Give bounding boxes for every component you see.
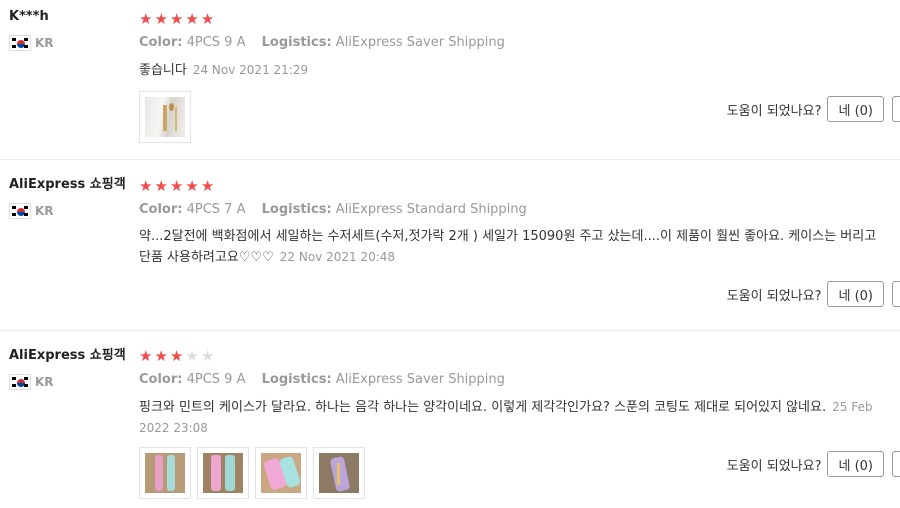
star-rating: ★ ★ ★ ★ ★ bbox=[139, 347, 879, 365]
review-meta: Color: 4PCS 9 A Logistics: AliExpress Sa… bbox=[139, 371, 879, 389]
reviewer-country: KR bbox=[9, 203, 134, 219]
review-body: 좋습니다 bbox=[139, 63, 187, 78]
logistics-label: Logistics: bbox=[261, 35, 332, 50]
review-text: 약...2달전에 백화점에서 세일하는 수저세트(수저,젓가락 2개 ) 세일가… bbox=[139, 227, 879, 268]
star-icon: ★ bbox=[154, 346, 168, 365]
review-body: 약...2달전에 백화점에서 세일하는 수저세트(수저,젓가락 2개 ) 세일가… bbox=[139, 229, 877, 265]
logistics-value: AliExpress Standard Shipping bbox=[335, 202, 527, 217]
color-label: Color: bbox=[139, 202, 183, 217]
review-text: 좋습니다 24 Nov 2021 21:29 bbox=[139, 60, 879, 81]
helpful-yes-button[interactable]: 네 (0) bbox=[827, 281, 884, 307]
helpful-no-button[interactable] bbox=[892, 281, 900, 307]
review-photo-thumbnail[interactable] bbox=[197, 447, 249, 499]
color-value: 4PCS 9 A bbox=[186, 372, 246, 387]
logistics-label: Logistics: bbox=[261, 372, 332, 387]
review-meta: Color: 4PCS 7 A Logistics: AliExpress St… bbox=[139, 201, 879, 219]
star-rating: ★ ★ ★ ★ ★ bbox=[139, 177, 879, 195]
helpful-yes-button[interactable]: 네 (0) bbox=[827, 451, 884, 477]
color-value: 4PCS 7 A bbox=[186, 202, 246, 217]
color-label: Color: bbox=[139, 35, 183, 50]
reviewer-info: AliExpress 쇼핑객 KR bbox=[9, 176, 134, 219]
country-code: KR bbox=[35, 36, 54, 50]
star-rating: ★ ★ ★ ★ ★ bbox=[139, 10, 879, 28]
helpful-section: 도움이 되었나요? 네 (0) bbox=[727, 451, 900, 477]
review-item: AliExpress 쇼핑객 KR ★ ★ ★ ★ ★ Color: 4PCS 9 A … bbox=[0, 330, 900, 508]
star-icon: ★ bbox=[169, 9, 184, 28]
reviewer-name: AliExpress 쇼핑객 bbox=[9, 177, 126, 192]
helpful-label: 도움이 되었나요? bbox=[726, 103, 822, 119]
star-icon: ★ bbox=[200, 176, 215, 195]
star-empty-icon: ★ bbox=[185, 346, 199, 365]
review-photo-thumbnail[interactable] bbox=[139, 91, 191, 143]
logistics-label: Logistics: bbox=[261, 202, 332, 217]
reviewer-country: KR bbox=[9, 374, 134, 390]
color-value: 4PCS 9 A bbox=[186, 35, 246, 50]
reviewer-info: AliExpress 쇼핑객 KR bbox=[9, 347, 134, 390]
star-icon: ★ bbox=[139, 176, 153, 195]
review-item: K***h KR ★ ★ ★ ★ ★ Color: 4PCS 9 A Logistics… bbox=[0, 0, 900, 158]
helpful-section: 도움이 되었나요? 네 (0) bbox=[727, 281, 900, 307]
review-photo-thumbnail[interactable] bbox=[139, 447, 191, 499]
review-body: 핑크와 민트의 케이스가 달라요. 하나는 음각 하나는 양각이네요. 이렇게 … bbox=[139, 400, 827, 415]
review-text: 핑크와 민트의 케이스가 달라요. 하나는 음각 하나는 양각이네요. 이렇게 … bbox=[139, 397, 879, 439]
helpful-label: 도움이 되었나요? bbox=[726, 288, 822, 304]
review-date: 24 Nov 2021 21:29 bbox=[192, 63, 309, 77]
star-icon: ★ bbox=[200, 9, 215, 28]
logistics-value: AliExpress Saver Shipping bbox=[335, 35, 505, 50]
review-date: 22 Nov 2021 20:48 bbox=[279, 250, 396, 264]
star-icon: ★ bbox=[139, 346, 153, 365]
korea-flag-icon bbox=[9, 203, 31, 219]
star-empty-icon: ★ bbox=[200, 346, 215, 365]
reviewer-name: AliExpress 쇼핑객 bbox=[9, 348, 126, 363]
star-icon: ★ bbox=[139, 9, 153, 28]
helpful-no-button[interactable] bbox=[892, 96, 900, 122]
review-photo-thumbnail[interactable] bbox=[313, 447, 365, 499]
star-icon: ★ bbox=[185, 9, 199, 28]
star-icon: ★ bbox=[169, 176, 184, 195]
reviewer-info: K***h KR bbox=[9, 8, 134, 51]
reviewer-country: KR bbox=[9, 35, 134, 51]
korea-flag-icon bbox=[9, 35, 31, 51]
country-code: KR bbox=[35, 375, 54, 389]
star-icon: ★ bbox=[185, 176, 199, 195]
star-icon: ★ bbox=[154, 9, 168, 28]
reviewer-name: K***h bbox=[9, 9, 49, 24]
star-icon: ★ bbox=[154, 176, 168, 195]
color-label: Color: bbox=[139, 372, 183, 387]
country-code: KR bbox=[35, 204, 54, 218]
helpful-no-button[interactable] bbox=[892, 451, 900, 477]
star-icon: ★ bbox=[169, 346, 184, 365]
korea-flag-icon bbox=[9, 374, 31, 390]
review-photo-thumbnail[interactable] bbox=[255, 447, 307, 499]
review-item: AliExpress 쇼핑객 KR ★ ★ ★ ★ ★ Color: 4PCS 7 A … bbox=[0, 159, 900, 330]
helpful-section: 도움이 되었나요? 네 (0) bbox=[727, 96, 900, 122]
logistics-value: AliExpress Saver Shipping bbox=[335, 372, 505, 387]
helpful-label: 도움이 되었나요? bbox=[726, 458, 822, 474]
review-meta: Color: 4PCS 9 A Logistics: AliExpress Sa… bbox=[139, 34, 879, 52]
helpful-yes-button[interactable]: 네 (0) bbox=[827, 96, 884, 122]
